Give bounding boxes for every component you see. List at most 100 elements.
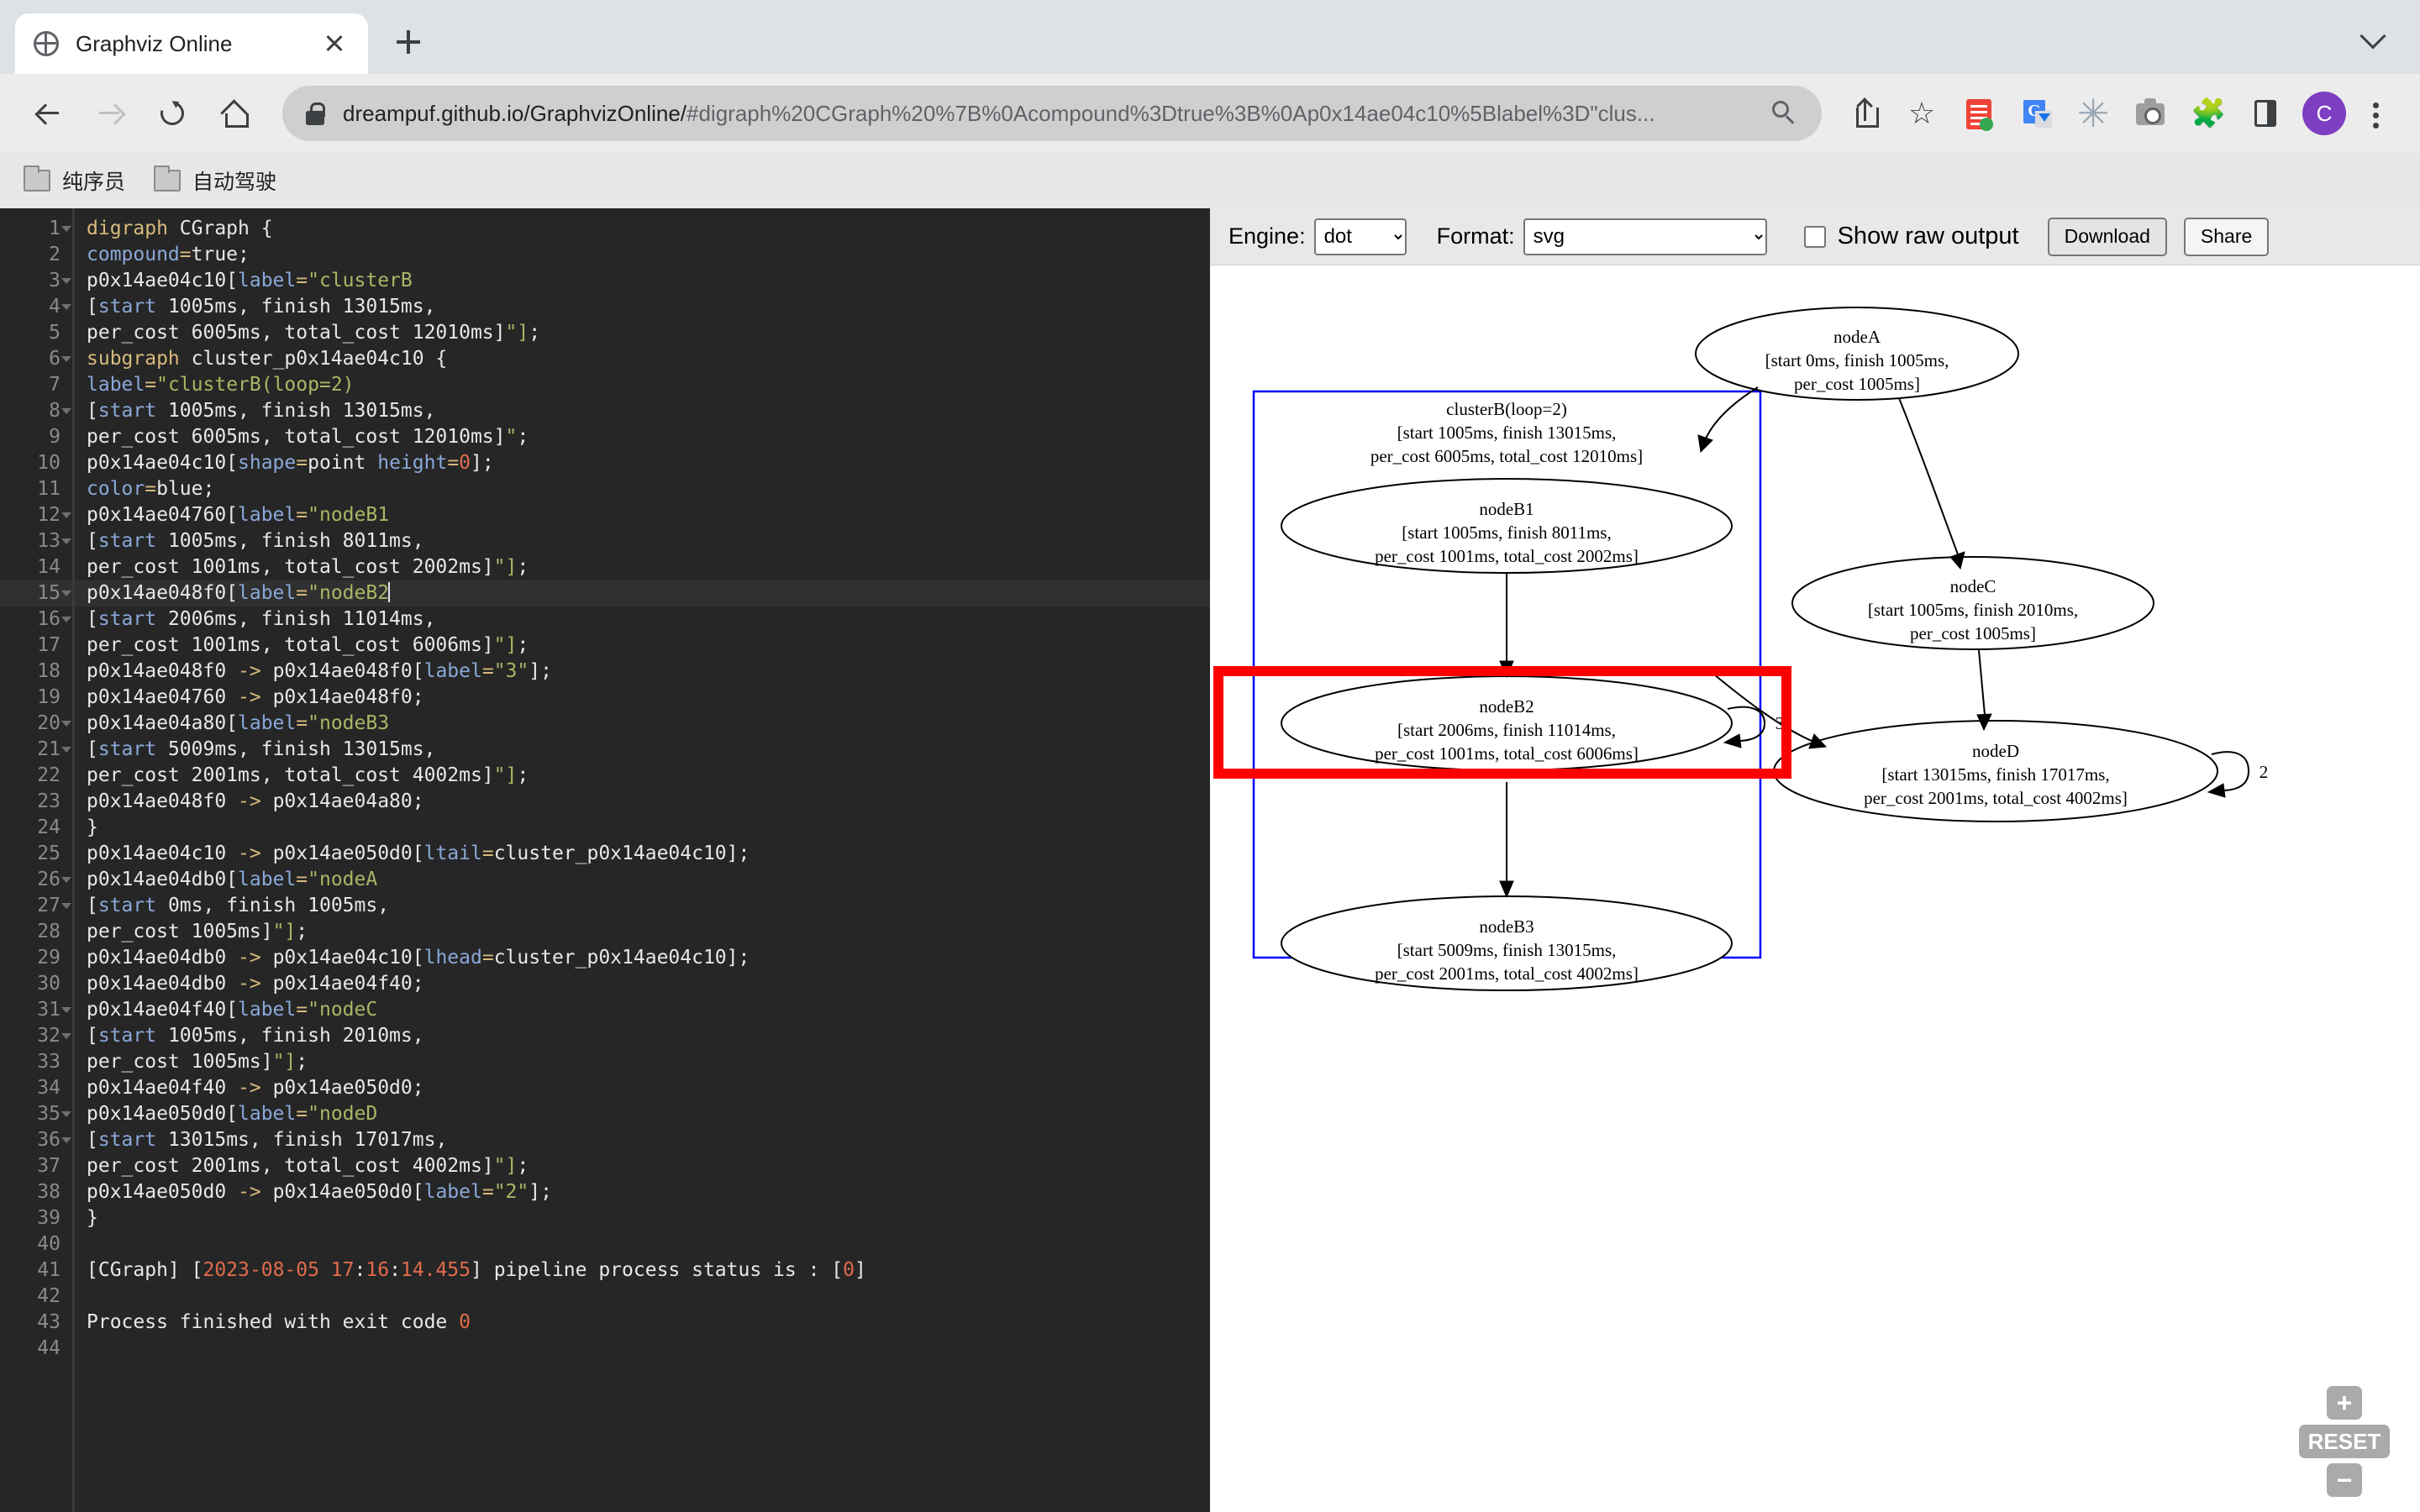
code-line[interactable]: [start 1005ms, finish 13015ms, (75, 398, 1210, 424)
graph-canvas[interactable]: clusterB(loop=2) [start 1005ms, finish 1… (1210, 265, 2420, 1512)
code-line[interactable]: [start 1005ms, finish 13015ms, (75, 294, 1210, 320)
code-line[interactable]: Process finished with exit code 0 (75, 1310, 1210, 1336)
show-raw-output-checkbox[interactable] (1803, 225, 1826, 248)
code-line[interactable]: } (75, 1205, 1210, 1231)
code-line[interactable]: p0x14ae04760[label="nodeB1 (75, 502, 1210, 528)
code-line[interactable]: per_cost 1005ms]"]; (75, 919, 1210, 945)
fold-triangle-icon[interactable] (61, 1033, 71, 1039)
fold-triangle-icon[interactable] (61, 226, 71, 232)
zoom-reset-button[interactable]: RESET (2299, 1425, 2390, 1458)
zoom-in-button[interactable]: + (2327, 1386, 2362, 1420)
browser-tab[interactable]: Graphviz Online (15, 13, 368, 74)
fold-triangle-icon[interactable] (61, 512, 71, 518)
dot-source-editor[interactable]: 1 2 3 4 5 6 7 8 9 10 11 12 13 14 15 16 17 18 19 20 21 22 23 24 2… (0, 208, 1210, 1512)
fold-triangle-icon[interactable] (61, 304, 71, 310)
share-icon[interactable] (1839, 87, 1891, 139)
bookmark-star-icon[interactable]: ☆ (1896, 87, 1948, 139)
code-line[interactable]: label="clusterB(loop=2) (75, 372, 1210, 398)
code-line[interactable]: [CGraph] [2023-08-05 17:16:14.455] pipel… (75, 1257, 1210, 1284)
code-line[interactable] (75, 1231, 1210, 1257)
close-icon[interactable] (319, 29, 350, 59)
back-button[interactable] (22, 87, 74, 139)
code-line[interactable]: [start 0ms, finish 1005ms, (75, 893, 1210, 919)
code-line[interactable]: [start 5009ms, finish 13015ms, (75, 737, 1210, 763)
forward-button[interactable] (84, 87, 136, 139)
fold-triangle-icon[interactable] (61, 1111, 71, 1117)
code-line[interactable]: [start 1005ms, finish 2010ms, (75, 1023, 1210, 1049)
fold-triangle-icon[interactable] (61, 617, 71, 622)
avatar[interactable]: C (2302, 92, 2346, 135)
node-nodeC[interactable]: nodeC [start 1005ms, finish 2010ms, per_… (1791, 556, 2154, 650)
code-line[interactable]: p0x14ae04db0 -> p0x14ae04c10[lhead=clust… (75, 945, 1210, 971)
code-line[interactable]: p0x14ae04db0[label="nodeA (75, 867, 1210, 893)
code-line[interactable]: compound=true; (75, 242, 1210, 268)
zoom-out-button[interactable]: − (2327, 1463, 2362, 1497)
code-line[interactable]: p0x14ae04f40 -> p0x14ae050d0; (75, 1075, 1210, 1101)
code-line[interactable] (75, 1336, 1210, 1362)
code-line[interactable]: p0x14ae04c10 -> p0x14ae050d0[ltail=clust… (75, 841, 1210, 867)
fold-triangle-icon[interactable] (61, 408, 71, 414)
code-line[interactable]: per_cost 6005ms, total_cost 12010ms]"]; (75, 320, 1210, 346)
new-tab-button[interactable] (381, 15, 435, 69)
notes-extension-icon[interactable] (1953, 87, 2005, 139)
share-button[interactable]: Share (2183, 217, 2270, 256)
code-line[interactable]: p0x14ae048f0[label="nodeB2 (75, 580, 1210, 606)
code-line[interactable]: per_cost 2001ms, total_cost 4002ms]"]; (75, 763, 1210, 789)
browser-menu-button[interactable] (2354, 87, 2398, 139)
code-line[interactable]: per_cost 1001ms, total_cost 2002ms]"]; (75, 554, 1210, 580)
code-line[interactable]: color=blue; (75, 476, 1210, 502)
format-select[interactable]: svg (1523, 218, 1767, 255)
code-line[interactable]: p0x14ae048f0 -> p0x14ae048f0[label="3"]; (75, 659, 1210, 685)
node-nodeB2[interactable]: nodeB2 [start 2006ms, finish 11014ms, pe… (1281, 675, 1733, 771)
asterisk-extension-icon[interactable]: ✳ (2067, 87, 2119, 139)
code-area[interactable]: digraph CGraph {compound=true; p0x14ae04c… (75, 208, 1210, 1512)
code-line[interactable]: p0x14ae04c10[shape=point height=0]; (75, 450, 1210, 476)
reload-button[interactable] (146, 87, 198, 139)
code-line[interactable]: p0x14ae04760 -> p0x14ae048f0; (75, 685, 1210, 711)
fold-triangle-icon[interactable] (61, 591, 71, 596)
bookmark-item[interactable]: 自动驾驶 (154, 165, 276, 196)
fold-triangle-icon[interactable] (61, 721, 71, 727)
tab-list-chevron[interactable] (2354, 20, 2391, 57)
puzzle-extensions-icon[interactable]: 🧩 (2181, 87, 2233, 139)
google-translate-icon[interactable]: G (2010, 87, 2062, 139)
code-line[interactable]: [start 1005ms, finish 8011ms, (75, 528, 1210, 554)
code-line[interactable]: per_cost 2001ms, total_cost 4002ms]"]; (75, 1153, 1210, 1179)
code-line[interactable]: digraph CGraph { (75, 216, 1210, 242)
fold-triangle-icon[interactable] (61, 356, 71, 362)
code-line[interactable]: p0x14ae04a80[label="nodeB3 (75, 711, 1210, 737)
code-line[interactable]: p0x14ae04db0 -> p0x14ae04f40; (75, 971, 1210, 997)
fold-triangle-icon[interactable] (61, 538, 71, 544)
fold-triangle-icon[interactable] (61, 877, 71, 883)
code-line[interactable]: p0x14ae050d0[label="nodeD (75, 1101, 1210, 1127)
code-line[interactable]: per_cost 6005ms, total_cost 12010ms]"; (75, 424, 1210, 450)
node-nodeB3[interactable]: nodeB3 [start 5009ms, finish 13015ms, pe… (1281, 895, 1733, 991)
side-panel-icon[interactable] (2238, 87, 2291, 139)
show-raw-output-toggle[interactable]: Show raw output (1803, 223, 2019, 250)
download-button[interactable]: Download (2047, 217, 2167, 256)
code-line[interactable]: [start 2006ms, finish 11014ms, (75, 606, 1210, 633)
code-line[interactable]: p0x14ae04c10[label="clusterB (75, 268, 1210, 294)
node-nodeB1[interactable]: nodeB1 [start 1005ms, finish 8011ms, per… (1281, 478, 1733, 574)
address-bar[interactable]: dreampuf.github.io/GraphvizOnline/#digra… (282, 86, 1822, 141)
node-nodeA[interactable]: nodeA [start 0ms, finish 1005ms, per_cos… (1695, 307, 2019, 401)
code-line[interactable]: p0x14ae04f40[label="nodeC (75, 997, 1210, 1023)
home-button[interactable] (208, 87, 260, 139)
search-icon[interactable] (1770, 99, 1798, 128)
engine-select[interactable]: dot (1313, 218, 1407, 255)
fold-triangle-icon[interactable] (61, 747, 71, 753)
fold-triangle-icon[interactable] (61, 278, 71, 284)
camera-extension-icon[interactable] (2124, 87, 2176, 139)
code-line[interactable]: subgraph cluster_p0x14ae04c10 { (75, 346, 1210, 372)
fold-triangle-icon[interactable] (61, 1007, 71, 1013)
code-line[interactable]: per_cost 1001ms, total_cost 6006ms]"]; (75, 633, 1210, 659)
node-nodeD[interactable]: nodeD [start 13015ms, finish 17017ms, pe… (1773, 720, 2218, 822)
code-line[interactable]: p0x14ae050d0 -> p0x14ae050d0[label="2"]; (75, 1179, 1210, 1205)
code-line[interactable] (75, 1284, 1210, 1310)
code-line[interactable]: p0x14ae048f0 -> p0x14ae04a80; (75, 789, 1210, 815)
fold-triangle-icon[interactable] (61, 903, 71, 909)
code-line[interactable]: } (75, 815, 1210, 841)
bookmark-item[interactable]: 纯序员 (24, 165, 125, 196)
code-line[interactable]: [start 13015ms, finish 17017ms, (75, 1127, 1210, 1153)
code-line[interactable]: per_cost 1005ms]"]; (75, 1049, 1210, 1075)
